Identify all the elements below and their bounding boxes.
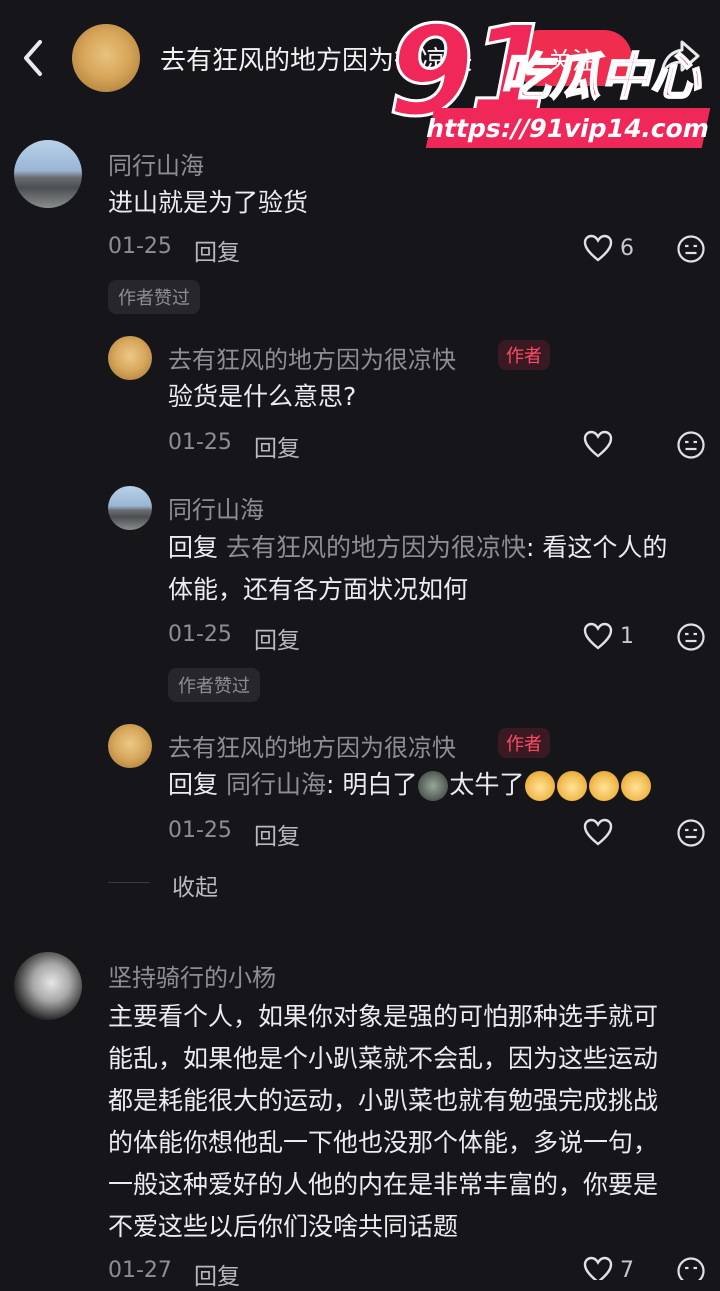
avatar[interactable]: [108, 486, 152, 530]
comment-date: 01-25: [168, 818, 232, 843]
comment-text-line: 一般这种爱好的人他的内在是非常丰富的，你要是: [108, 1170, 659, 1199]
avatar[interactable]: [14, 140, 82, 208]
reply-button[interactable]: 回复: [254, 429, 300, 463]
comment-text-line: 能乱，如果他是个小趴菜就不会乱，因为这些运动: [108, 1044, 659, 1073]
reply-to-user[interactable]: 去有狂风的地方因为很凉快: [226, 533, 526, 562]
comment-username[interactable]: 同行山海: [108, 146, 204, 181]
dog-emoji-icon: [525, 771, 556, 801]
comment-text-line: 主要看个人，如果你对象是强的可怕那种选手就可: [108, 1002, 659, 1031]
reply-to-user[interactable]: 同行山海: [226, 770, 326, 799]
comment-username[interactable]: 去有狂风的地方因为很凉快: [168, 340, 456, 375]
avatar[interactable]: [14, 952, 82, 1020]
comment-username[interactable]: 同行山海: [168, 490, 264, 525]
author-liked-tag: 作者赞过: [168, 668, 260, 702]
dog-emoji-icon: [557, 771, 588, 801]
emoji-reaction-icon[interactable]: [676, 234, 706, 264]
comment-text-line2: 体能，还有各方面状况如何: [168, 575, 469, 604]
heart-icon[interactable]: [582, 1254, 614, 1280]
comment-text-line: 不爱这些以后你们没啥共同话题: [108, 1212, 459, 1241]
divider: [108, 882, 150, 883]
comment-username[interactable]: 坚持骑行的小杨: [108, 958, 276, 993]
emoji-reaction-icon[interactable]: [676, 818, 706, 848]
comment-text: 进山就是为了验货: [108, 188, 309, 217]
author-liked-tag: 作者赞过: [108, 280, 200, 314]
comment-date: 01-25: [168, 622, 232, 647]
comment-text: 回复 去有狂风的地方因为很凉快: 看这个人的: [168, 527, 667, 569]
heart-icon[interactable]: [582, 620, 614, 652]
cat-emoji-icon: [418, 771, 449, 801]
avatar[interactable]: [108, 336, 152, 380]
emoji-reaction-icon[interactable]: [676, 430, 706, 460]
dog-emoji-icon: [621, 771, 652, 801]
avatar[interactable]: [108, 724, 152, 768]
comment-date: 01-25: [168, 430, 232, 455]
back-arrow-icon[interactable]: [18, 36, 50, 80]
reply-button[interactable]: 回复: [254, 621, 300, 655]
watermark-brand: 吃瓜中心: [499, 48, 701, 106]
emoji-reaction-icon[interactable]: [676, 622, 706, 652]
comment-username[interactable]: 去有狂风的地方因为很凉快: [168, 728, 456, 763]
comment-text: 验货是什么意思?: [168, 382, 357, 411]
author-badge: 作者: [498, 728, 550, 758]
reply-button[interactable]: 回复: [194, 233, 240, 267]
reply-prefix: 回复: [168, 770, 219, 799]
heart-icon[interactable]: [582, 232, 614, 264]
comment-text-part2: 太牛了: [449, 770, 525, 799]
reply-button[interactable]: 回复: [254, 817, 300, 851]
author-badge: 作者: [498, 340, 550, 370]
watermark-url: https://91vip14.com: [424, 108, 712, 148]
comment-date: 01-25: [108, 234, 172, 259]
like-count: 1: [620, 624, 634, 649]
collapse-button[interactable]: 收起: [172, 868, 218, 902]
comment-date: 01-27: [108, 1258, 172, 1283]
heart-icon[interactable]: [582, 428, 614, 460]
reply-button[interactable]: 回复: [194, 1257, 240, 1291]
reply-prefix: 回复: [168, 533, 219, 562]
comment-text-part1: : 明白了: [325, 770, 418, 799]
like-count: 7: [620, 1258, 634, 1283]
dog-emoji-icon: [589, 771, 620, 801]
emoji-reaction-icon[interactable]: [676, 1256, 706, 1280]
heart-icon[interactable]: [582, 816, 614, 848]
comment-text: 回复 同行山海: 明白了 太牛了: [168, 764, 652, 806]
comment-text-line1: : 看这个人的: [525, 533, 668, 562]
comment-text-line: 都是耗能很大的运动，小趴菜也就有勉强完成挑战: [108, 1086, 659, 1115]
like-count: 6: [620, 236, 634, 261]
header-avatar[interactable]: [72, 24, 140, 92]
comment-text-line: 的体能你想他乱一下他也没那个体能，多说一句，: [108, 1128, 659, 1157]
